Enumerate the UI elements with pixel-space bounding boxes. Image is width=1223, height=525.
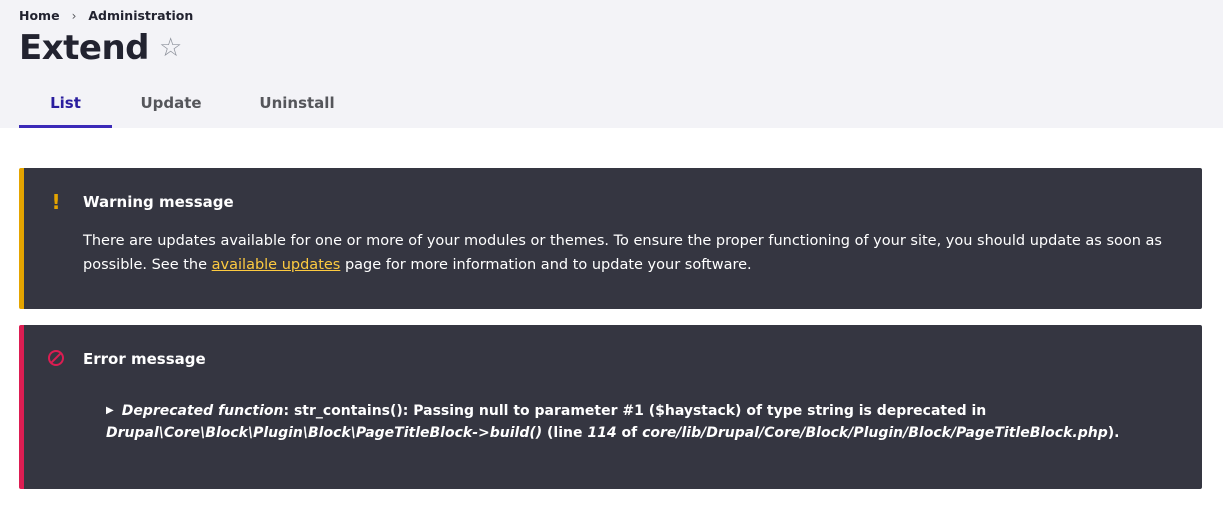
warning-icon: !	[51, 190, 61, 214]
warning-body: There are updates available for one or m…	[83, 229, 1163, 277]
error-line-number: 114	[587, 425, 617, 441]
primary-tabs: List Update Uninstall	[19, 86, 364, 128]
tab-uninstall[interactable]: Uninstall	[230, 86, 364, 128]
error-label: Deprecated function	[121, 403, 284, 419]
breadcrumb: Home › Administration	[19, 8, 193, 23]
error-title: Error message	[83, 350, 206, 368]
tab-list[interactable]: List	[19, 86, 112, 128]
error-text: : str_contains(): Passing null to parame…	[283, 403, 987, 419]
error-icon	[46, 348, 66, 368]
page-header: Home › Administration Extend ☆ List Upda…	[0, 0, 1223, 128]
error-message: Error message ▶ Deprecated function: str_…	[19, 325, 1202, 489]
error-of: of	[616, 425, 643, 441]
error-details: ▶ Deprecated function: str_contains(): Pa…	[106, 401, 1186, 444]
breadcrumb-home-link[interactable]: Home	[19, 8, 60, 23]
warning-title: Warning message	[83, 193, 234, 211]
page-title: Extend	[19, 28, 150, 68]
error-method: Drupal\Core\Block\Plugin\Block\PageTitle…	[106, 425, 543, 441]
tab-update[interactable]: Update	[112, 86, 230, 128]
breadcrumb-administration-link[interactable]: Administration	[88, 8, 193, 23]
warning-message: ! Warning message There are updates avai…	[19, 168, 1202, 309]
warning-text-after: page for more information and to update …	[340, 257, 752, 273]
error-end: ).	[1107, 425, 1120, 441]
error-line-prefix: (line	[542, 425, 588, 441]
expand-triangle-icon[interactable]: ▶	[106, 405, 114, 416]
star-icon[interactable]: ☆	[159, 35, 182, 61]
title-row: Extend ☆	[19, 28, 182, 68]
breadcrumb-separator: ›	[71, 8, 77, 23]
error-file: core/lib/Drupal/Core/Block/Plugin/Block/…	[642, 425, 1108, 441]
available-updates-link[interactable]: available updates	[212, 257, 341, 273]
